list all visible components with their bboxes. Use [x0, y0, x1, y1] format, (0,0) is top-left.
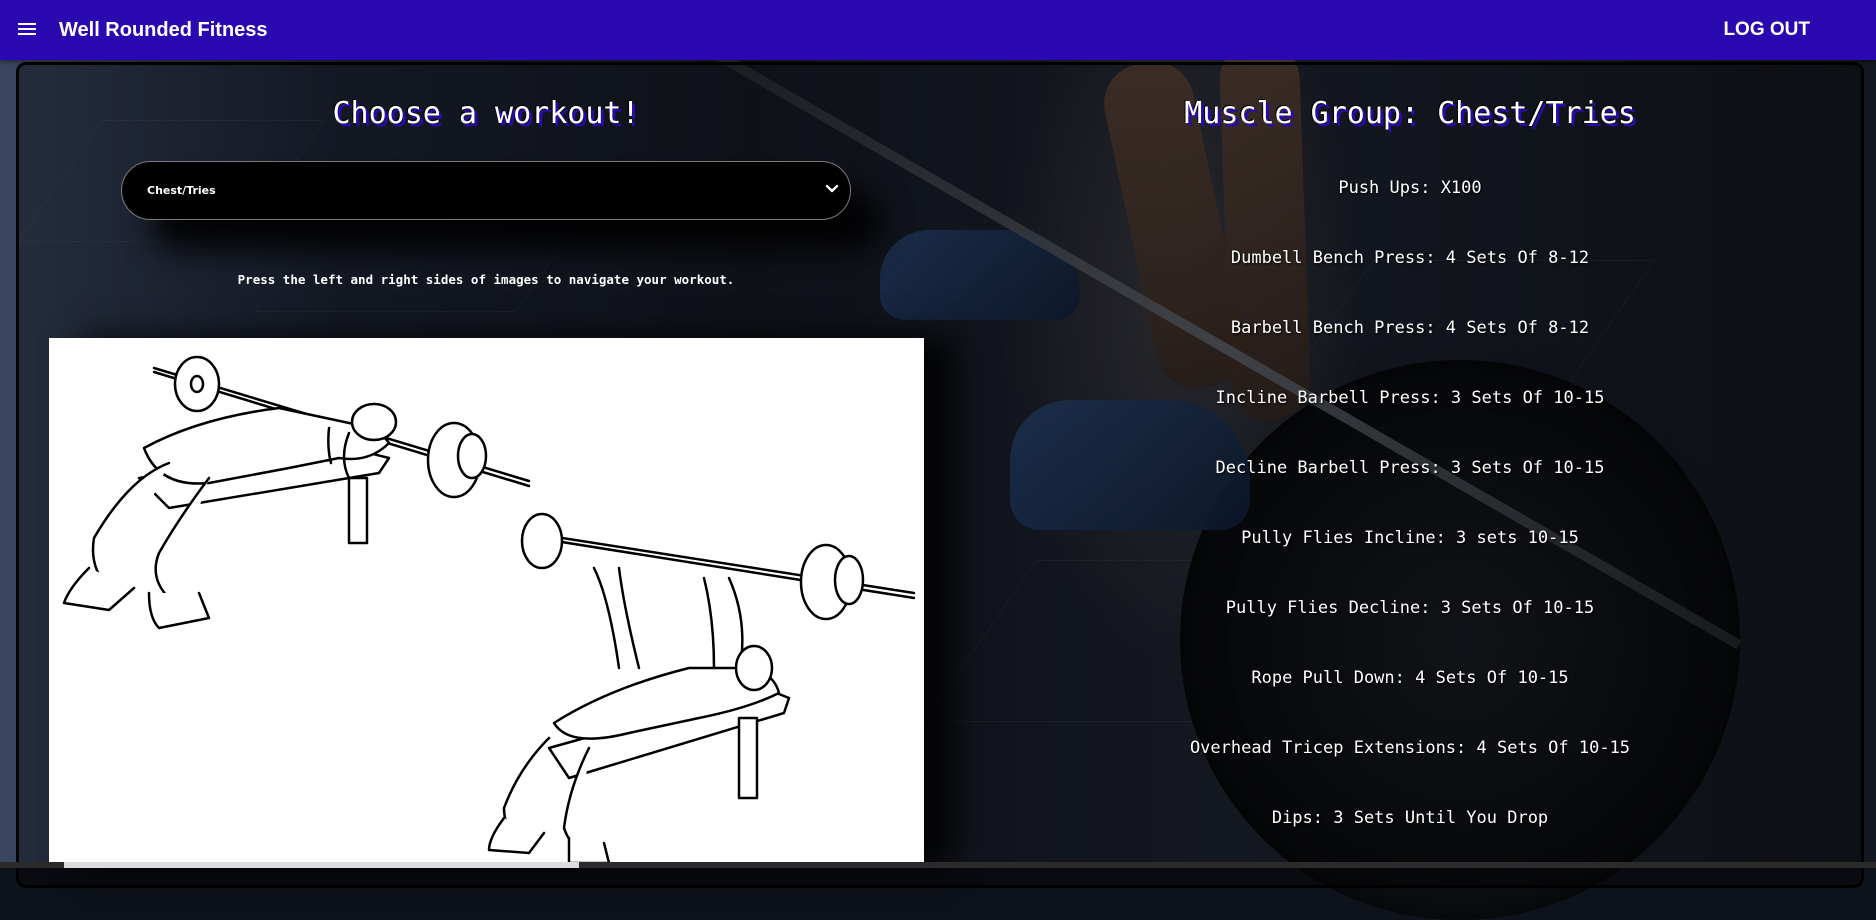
navigation-hint: Press the left and right sides of images… [237, 272, 735, 287]
workout-select[interactable]: Chest/Tries [121, 161, 851, 220]
horizontal-scrollbar[interactable] [0, 862, 1876, 868]
workout-select-value: Chest/Tries [147, 184, 216, 197]
exercise-item: Barbell Bench Press: 4 Sets Of 8-12 [1230, 318, 1590, 338]
exercise-list: Push Ups: X100 Dumbell Bench Press: 4 Se… [1140, 176, 1680, 876]
workout-image[interactable] [49, 338, 924, 868]
scrollbar-thumb[interactable] [64, 862, 579, 868]
exercise-item: Rope Pull Down: 4 Sets Of 10-15 [1251, 668, 1569, 688]
bench-press-illustration-icon [62, 355, 916, 865]
top-app-bar: Well Rounded Fitness LOG OUT [0, 0, 1876, 60]
exercise-item: Push Ups: X100 [1338, 178, 1482, 198]
exercise-item: Incline Barbell Press: 3 Sets Of 10-15 [1215, 388, 1605, 408]
logout-button[interactable]: LOG OUT [1723, 19, 1810, 41]
chevron-down-icon [825, 184, 839, 193]
muscle-group-title: Muscle Group: Chest/Tries [1184, 96, 1636, 131]
exercise-item: Decline Barbell Press: 3 Sets Of 10-15 [1215, 458, 1605, 478]
choose-workout-title: Choose a workout! [332, 96, 640, 131]
exercise-item: Pully Flies Incline: 3 sets 10-15 [1241, 528, 1579, 548]
exercise-item: Pully Flies Decline: 3 Sets Of 10-15 [1225, 598, 1595, 618]
exercise-item: Overhead Tricep Extensions: 4 Sets Of 10… [1189, 738, 1631, 758]
exercise-item: Dumbell Bench Press: 4 Sets Of 8-12 [1230, 248, 1590, 268]
hamburger-menu-icon[interactable] [16, 20, 38, 40]
app-brand-title: Well Rounded Fitness [59, 19, 268, 41]
